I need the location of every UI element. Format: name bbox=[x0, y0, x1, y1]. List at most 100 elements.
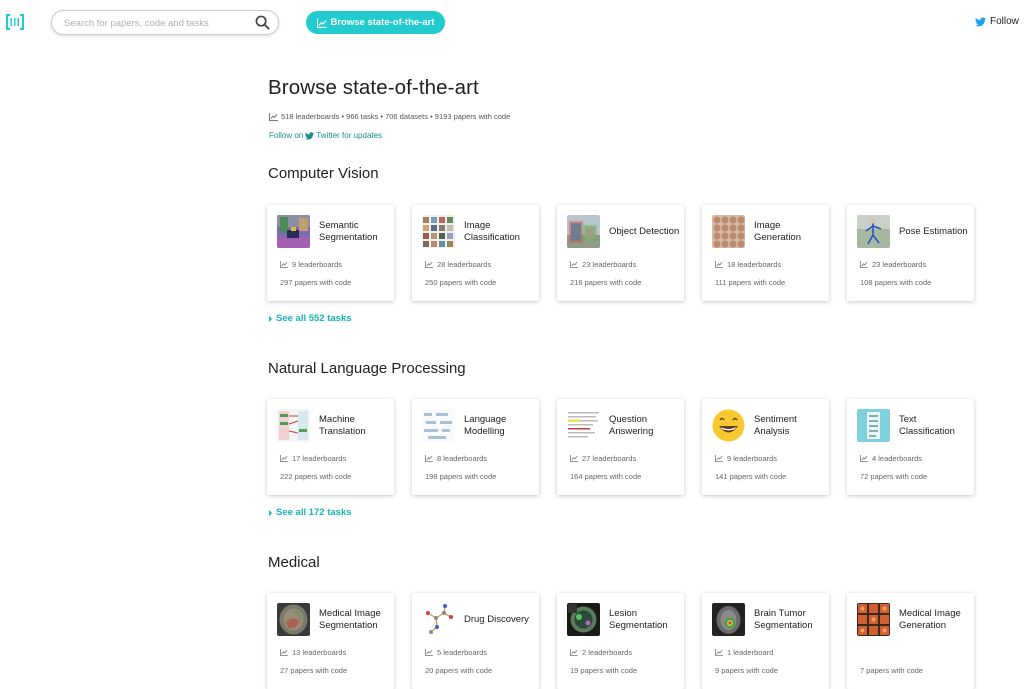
task-card[interactable]: Image Generation 18 leaderboards 111 pap… bbox=[702, 205, 829, 301]
task-cards-nlp: Machine Translation 17 leaderboards 222 … bbox=[267, 399, 974, 495]
task-card[interactable]: Machine Translation 17 leaderboards 222 … bbox=[267, 399, 394, 495]
line-chart-icon bbox=[715, 455, 723, 462]
task-card[interactable]: Pose Estimation 23 leaderboards 108 pape… bbox=[847, 205, 974, 301]
task-card[interactable]: Drug Discovery 5 leaderboards 20 papers … bbox=[412, 593, 539, 689]
twitter-icon bbox=[305, 131, 315, 140]
section-title-computer-vision: Computer Vision bbox=[268, 165, 379, 182]
task-title: Image Classification bbox=[464, 220, 520, 243]
task-card[interactable]: Brain Tumor Segmentation 1 leaderboard 9… bbox=[702, 593, 829, 689]
leaderboards-text: 2 leaderboards bbox=[582, 648, 633, 657]
line-chart-icon bbox=[425, 649, 433, 656]
task-title: Machine Translation bbox=[319, 414, 366, 437]
leaderboards-count: 27 leaderboards bbox=[570, 454, 636, 463]
task-card[interactable]: Question Answering 27 leaderboards 164 p… bbox=[557, 399, 684, 495]
search-icon[interactable] bbox=[255, 15, 270, 30]
line-chart-icon bbox=[269, 112, 278, 121]
search-bar[interactable] bbox=[51, 10, 279, 35]
smiley-emoji-thumbnail bbox=[712, 409, 745, 442]
task-card[interactable]: Lesion Segmentation 2 leaderboards 19 pa… bbox=[557, 593, 684, 689]
see-all-tasks-link[interactable]: See all 552 tasks bbox=[269, 313, 352, 324]
page-title: Browse state-of-the-art bbox=[268, 76, 479, 99]
question-answering-thumbnail bbox=[567, 409, 600, 442]
leaderboards-count: 9 leaderboards bbox=[280, 260, 342, 269]
machine-translation-thumbnail bbox=[277, 409, 310, 442]
task-title: Object Detection bbox=[609, 225, 680, 237]
papers-count: 20 papers with code bbox=[425, 666, 493, 675]
leaderboards-count: 8 leaderboards bbox=[425, 454, 487, 463]
navbar: Browse state-of-the-art Follow bbox=[0, 0, 1024, 46]
section-title-medical: Medical bbox=[268, 554, 320, 571]
twitter-updates-link[interactable]: Twitter for updates bbox=[316, 131, 382, 140]
task-card[interactable]: Sentiment Analysis 9 leaderboards 141 pa… bbox=[702, 399, 829, 495]
leaderboards-count: 13 leaderboards bbox=[280, 648, 346, 657]
molecule-thumbnail bbox=[422, 603, 455, 636]
line-chart-icon bbox=[715, 649, 723, 656]
papers-count: 216 papers with code bbox=[570, 278, 642, 287]
browse-sota-button[interactable]: Browse state-of-the-art bbox=[306, 11, 445, 34]
papers-count: 111 papers with code bbox=[715, 278, 786, 287]
leaderboards-count: 28 leaderboards bbox=[425, 260, 491, 269]
task-card[interactable]: Medical Image Segmentation 13 leaderboar… bbox=[267, 593, 394, 689]
task-title: Medical Image Generation bbox=[899, 608, 961, 631]
site-stats-text: 518 leaderboards • 966 tasks • 706 datas… bbox=[281, 112, 511, 121]
papers-count: 27 papers with code bbox=[280, 666, 348, 675]
task-title: Semantic Segmentation bbox=[319, 220, 378, 243]
task-card[interactable]: Semantic Segmentation 9 leaderboards 297… bbox=[267, 205, 394, 301]
papers-count: 141 papers with code bbox=[715, 472, 787, 481]
line-chart-icon bbox=[280, 261, 288, 268]
browse-sota-label: Browse state-of-the-art bbox=[330, 17, 435, 28]
task-card[interactable]: Language Modelling 8 leaderboards 198 pa… bbox=[412, 399, 539, 495]
brain-tumor-thumbnail bbox=[712, 603, 745, 636]
language-modelling-thumbnail bbox=[422, 409, 455, 442]
task-title: Language Modelling bbox=[464, 414, 507, 437]
task-card[interactable]: Text Classification 4 leaderboards 72 pa… bbox=[847, 399, 974, 495]
leaderboards-count: 23 leaderboards bbox=[860, 260, 926, 269]
papers-count: 250 papers with code bbox=[425, 278, 497, 287]
leaderboards-count: 17 leaderboards bbox=[280, 454, 346, 463]
line-chart-icon bbox=[425, 261, 433, 268]
follow-twitter-link[interactable]: Follow bbox=[975, 16, 1019, 27]
brain-scan-thumbnail bbox=[277, 603, 310, 636]
papers-count: 108 papers with code bbox=[860, 278, 932, 287]
line-chart-icon bbox=[860, 455, 868, 462]
papers-count: 72 papers with code bbox=[860, 472, 928, 481]
paperswithcode-logo-icon[interactable] bbox=[6, 13, 24, 31]
task-title: Sentiment Analysis bbox=[754, 414, 797, 437]
line-chart-icon bbox=[316, 18, 326, 28]
leaderboards-text: 5 leaderboards bbox=[437, 648, 488, 657]
see-all-tasks-link[interactable]: See all 172 tasks bbox=[269, 507, 352, 518]
leaderboards-count: 9 leaderboards bbox=[715, 454, 777, 463]
task-title: Text Classification bbox=[899, 414, 955, 437]
leaderboards-text: 23 leaderboards bbox=[872, 260, 927, 269]
caret-right-icon bbox=[269, 315, 272, 322]
task-title: Brain Tumor Segmentation bbox=[754, 608, 813, 631]
leaderboards-text: 8 leaderboards bbox=[437, 454, 488, 463]
leaderboards-text: 27 leaderboards bbox=[582, 454, 637, 463]
line-chart-icon bbox=[715, 261, 723, 268]
task-card[interactable]: Medical Image Generation 7 papers with c… bbox=[847, 593, 974, 689]
leaderboards-text: 17 leaderboards bbox=[292, 454, 347, 463]
task-title: Pose Estimation bbox=[899, 225, 968, 237]
papers-count: 9 papers with code bbox=[715, 666, 778, 675]
section-title-nlp: Natural Language Processing bbox=[268, 360, 466, 377]
line-chart-icon bbox=[570, 455, 578, 462]
see-all-label: See all 172 tasks bbox=[276, 507, 352, 518]
papers-count: 164 papers with code bbox=[570, 472, 642, 481]
task-cards-medical: Medical Image Segmentation 13 leaderboar… bbox=[267, 593, 974, 689]
image-generation-thumbnail bbox=[712, 215, 745, 248]
leaderboards-count: 18 leaderboards bbox=[715, 260, 781, 269]
text-classification-thumbnail bbox=[857, 409, 890, 442]
search-input[interactable] bbox=[64, 15, 244, 31]
task-card[interactable]: Object Detection 23 leaderboards 216 pap… bbox=[557, 205, 684, 301]
task-title: Question Answering bbox=[609, 414, 654, 437]
papers-count: 222 papers with code bbox=[280, 472, 352, 481]
lesion-scan-thumbnail bbox=[567, 603, 600, 636]
leaderboards-text: 18 leaderboards bbox=[727, 260, 782, 269]
task-card[interactable]: Image Classification 28 leaderboards 250… bbox=[412, 205, 539, 301]
pose-estimation-thumbnail bbox=[857, 215, 890, 248]
line-chart-icon bbox=[570, 261, 578, 268]
leaderboards-text: 23 leaderboards bbox=[582, 260, 637, 269]
leaderboards-count: 4 leaderboards bbox=[860, 454, 922, 463]
line-chart-icon bbox=[280, 649, 288, 656]
see-all-label: See all 552 tasks bbox=[276, 313, 352, 324]
